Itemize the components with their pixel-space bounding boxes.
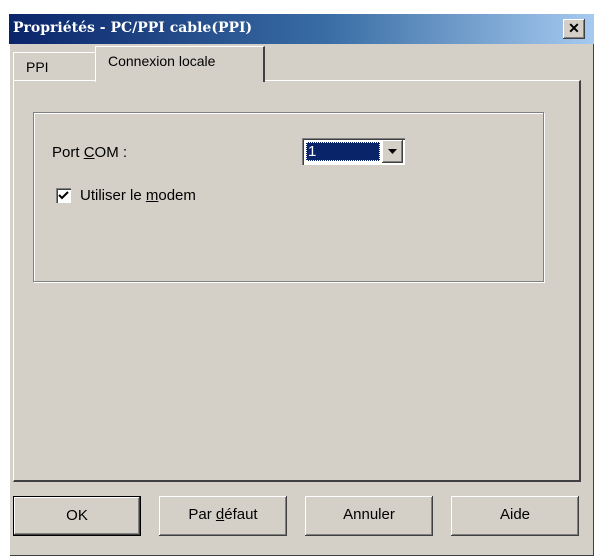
help-button[interactable]: Aide — [451, 496, 579, 536]
com-port-select[interactable]: 1 — [302, 138, 405, 165]
default-button[interactable]: Par défaut — [159, 496, 287, 536]
chevron-down-icon — [388, 149, 397, 154]
com-port-value: 1 — [306, 142, 380, 161]
title-bar[interactable]: Propriétés - PC/PPI cable(PPI) ✕ — [9, 14, 594, 44]
tab-ppi-label: PPI — [26, 59, 49, 75]
tab-local-connection-label: Connexion locale — [108, 53, 216, 69]
tab-local-connection[interactable]: Connexion locale — [95, 46, 265, 82]
com-port-label: Port COM : — [52, 144, 128, 161]
use-modem-checkbox[interactable] — [56, 188, 71, 203]
tab-ppi[interactable]: PPI — [13, 52, 97, 80]
cancel-button[interactable]: Annuler — [305, 496, 433, 536]
use-modem-label[interactable]: Utiliser le modem — [80, 187, 196, 204]
checkmark-icon — [58, 191, 69, 200]
window-title: Propriétés - PC/PPI cable(PPI) — [13, 20, 253, 36]
close-icon: ✕ — [568, 20, 580, 36]
ok-button[interactable]: OK — [13, 496, 141, 536]
com-port-dropdown-button[interactable] — [382, 140, 403, 163]
close-button[interactable]: ✕ — [563, 19, 585, 39]
